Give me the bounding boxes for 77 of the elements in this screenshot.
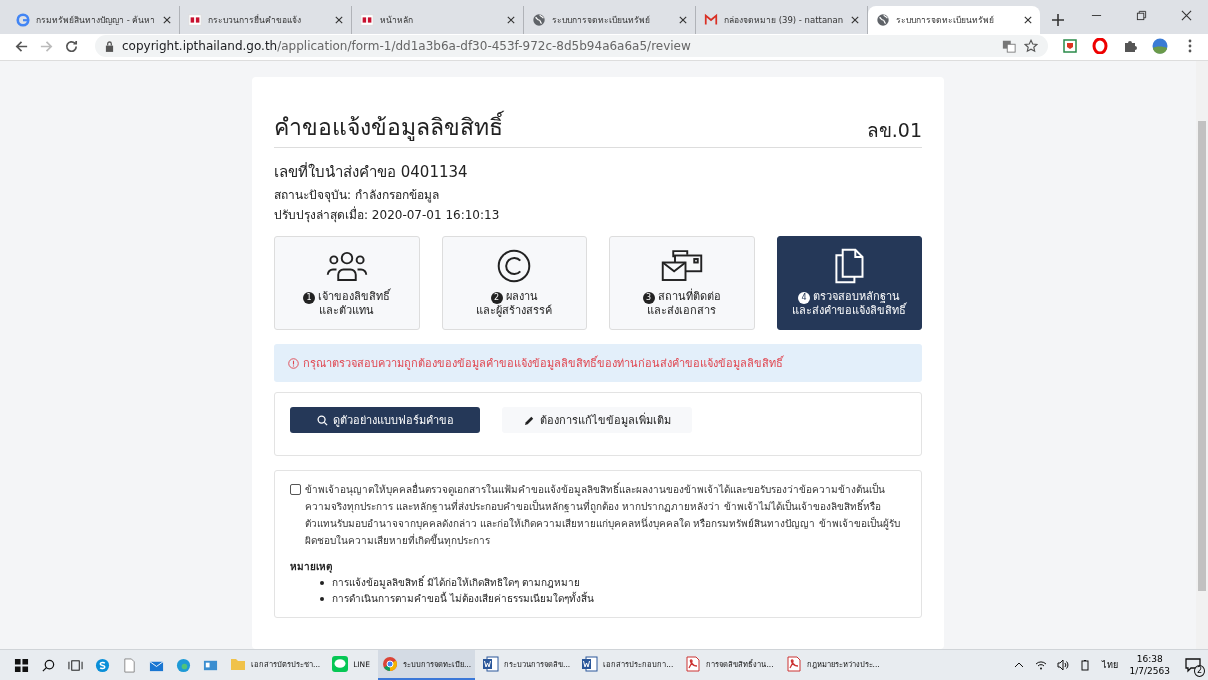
step-label: 3 สถานที่ติดต่อ และส่งเอกสาร xyxy=(642,290,721,318)
consent-text: ข้าพเจ้าอนุญาตให้บุคคลอื่นตรวจดูเอกสารในแฟ้มคำขอแจ้งข้อมูลลิขสิทธิ์และผลงานของข้าพเจ้าได้และขอรับรองว่าข้อความข้างต้นเป็นความจริงทุกประการ และหลักฐานที่ส่งประกอบคำขอเป็นหลักฐานที่ถูกต้อง หากปรากฏภายหลังว่า ข้าพเจ้าไม่ได้เป็นเจ้าของลิขสิทธิ์หรือตัวแทนรับมอบอำนาจจากบุคคลดังกล่าว และก่อให้เกิดความเสียหายแก่บุคคลหนึ่งบุคคลใด หรือกรมทรัพย์สินทางปัญญา ข้าพเจ้าขอเป็นผู้รับผิดชอบในความเสียหายที่เกิดขึ้นทุกประการ xyxy=(305,481,901,549)
alert-text: กรุณาตรวจสอบความถูกต้องของข้อมูลคำขอแจ้งข้อมูลลิขสิทธิ์ของท่านก่อนส่งคำขอแจ้งข้อมูลลิขสิทธิ์ xyxy=(303,354,783,372)
clock[interactable]: 16:38 1/7/2563 xyxy=(1129,653,1170,677)
dip-logo-icon xyxy=(360,13,374,27)
preview-form-button[interactable]: ดูตัวอย่างแบบฟอร์มคำขอ xyxy=(290,407,480,433)
close-icon[interactable] xyxy=(1181,10,1192,21)
input-language[interactable]: ไทย xyxy=(1101,658,1118,672)
tab-title: กระบวนการยื่นคำขอแจ้ง xyxy=(208,13,302,27)
page-title: คำขอแจ้งข้อมูลลิขสิทธิ์ xyxy=(274,109,503,145)
tab-title: หน้าหลัก xyxy=(380,14,414,27)
step-card[interactable]: 4 ตรวจสอบหลักฐาน และส่งคำขอแจ้งลิขสิทธิ์ xyxy=(776,236,922,330)
google-g-icon xyxy=(16,13,30,27)
word-document-icon xyxy=(582,656,599,672)
speaker-icon[interactable] xyxy=(1056,659,1069,671)
address-field[interactable]: copyright.ipthailand.go.th/application/form-1/dd1a3b6a-df30-453f-972c-8d5b94a6a6a5/review xyxy=(95,35,1048,57)
tab-title: ระบบการจดทะเบียนทรัพย์ xyxy=(552,14,651,27)
tab-title: กล่องจดหมาย (39) - nattanan xyxy=(724,14,845,27)
speech-bubble-icon xyxy=(1185,657,1201,673)
globe-icon xyxy=(532,13,546,27)
chat-app-icon xyxy=(332,656,349,672)
info-circle-icon xyxy=(288,357,299,369)
lock-icon xyxy=(105,40,114,52)
notifications-button[interactable]: 2 xyxy=(1178,650,1208,680)
profile-avatar-icon[interactable] xyxy=(1152,38,1168,54)
close-icon[interactable] xyxy=(679,16,687,24)
opera-o-icon[interactable] xyxy=(1092,38,1108,54)
reload-icon[interactable] xyxy=(64,38,79,54)
puzzle-icon[interactable] xyxy=(1122,38,1138,54)
star-icon[interactable] xyxy=(1024,39,1038,53)
close-icon[interactable] xyxy=(851,16,859,24)
word-document-icon xyxy=(483,656,500,672)
chrome-browser-icon xyxy=(381,656,398,672)
submission-number: เลขที่ใบนำส่งคำขอ 0401134 xyxy=(274,161,469,183)
translate-icon[interactable] xyxy=(1002,39,1016,53)
edge-browser-icon[interactable] xyxy=(176,657,191,673)
globe-icon xyxy=(876,13,890,27)
folder-icon xyxy=(230,656,246,672)
battery-icon[interactable] xyxy=(1078,659,1091,671)
tab-title: ระบบการจดทะเบียนทรัพย์ xyxy=(896,14,995,27)
updated-text: ปรับปรุงล่าสุดเมื่อ: 2020-07-01 16:10:13 xyxy=(274,205,501,224)
step-label: 1 เจ้าของลิขสิทธิ์ และตัวแทน xyxy=(303,290,391,318)
pdf-document-icon xyxy=(685,656,702,672)
tab-title: กรมทรัพย์สินทางปัญญา - ค้นหา xyxy=(36,14,157,27)
step-card[interactable]: 1 เจ้าของลิขสิทธิ์ และตัวแทน xyxy=(274,236,420,330)
dip-logo-icon xyxy=(188,13,202,27)
close-icon[interactable] xyxy=(335,16,343,24)
pencil-icon xyxy=(523,414,535,426)
form-code: ลข.01 xyxy=(866,118,922,143)
close-icon[interactable] xyxy=(163,16,171,24)
search-icon[interactable] xyxy=(41,657,56,673)
step-card[interactable]: 2 ผลงาน และผู้สร้างสรรค์ xyxy=(441,236,587,330)
restore-icon[interactable] xyxy=(1136,10,1147,21)
browser-tab[interactable]: ระบบการจดทะเบียนทรัพย์ xyxy=(868,6,1040,34)
close-icon[interactable] xyxy=(1024,16,1032,24)
note-item: การแจ้งข้อมูลลิขสิทธิ์ มิได้ก่อให้เกิดสิทธิใดๆ ตามกฎหมาย xyxy=(332,575,581,591)
consent-checkbox[interactable] xyxy=(290,484,301,495)
pdf-document-icon xyxy=(785,656,802,672)
search-icon xyxy=(316,414,328,426)
note-item: การดำเนินการตามคำขอนี้ ไม่ต้องเสียค่าธรรมเนียมใดๆทั้งสิ้น xyxy=(332,591,595,606)
mail-m-icon xyxy=(704,13,718,27)
notification-count: 2 xyxy=(1193,665,1205,677)
step-label: 4 ตรวจสอบหลักฐาน และส่งคำขอแจ้งลิขสิทธิ์ xyxy=(792,290,907,318)
skype-icon[interactable] xyxy=(95,657,110,673)
step-card[interactable]: 3 สถานที่ติดต่อ และส่งเอกสาร xyxy=(609,236,755,330)
task-view-icon[interactable] xyxy=(68,657,83,673)
notes-heading: หมายเหตุ xyxy=(290,560,333,574)
url-text: copyright.ipthailand.go.th/application/form-1/dd1a3b6a-df30-453f-972c-8d5b94a6a6a5/review xyxy=(122,39,691,53)
close-icon[interactable] xyxy=(507,16,515,24)
step-label: 2 ผลงาน และผู้สร้างสรรค์ xyxy=(476,290,553,318)
new-tab-icon[interactable] xyxy=(1052,14,1064,26)
scrollbar[interactable] xyxy=(1196,61,1208,649)
windows-start-icon[interactable] xyxy=(14,657,29,673)
extension-shield-icon[interactable] xyxy=(1062,38,1078,54)
wifi-icon[interactable] xyxy=(1034,659,1047,671)
edit-info-button[interactable]: ต้องการแก้ไขข้อมูลเพิ่มเติม xyxy=(502,407,692,433)
status-text: สถานะปัจจุบัน: กำลังกรอกข้อมูล xyxy=(274,187,440,204)
